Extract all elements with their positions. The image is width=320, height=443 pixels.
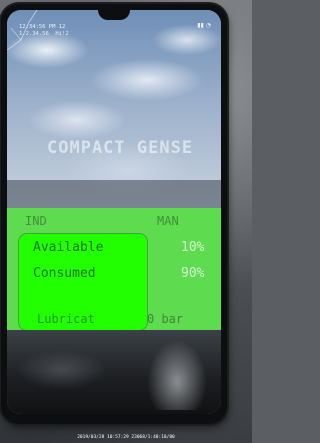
row-value-available: 10%	[181, 240, 205, 255]
status-bar-text: 12:34:56 PM 12 1.2.34.56 Hi!2	[19, 24, 69, 37]
row-label-consumed: Consumed	[33, 266, 96, 281]
light-reflection	[147, 340, 207, 410]
phone-device: 12:34:56 PM 12 1.2.34.56 Hi!2 ▮▮ ◔ COMPA…	[1, 4, 227, 424]
screen-title: COMPACT GENSE	[47, 138, 194, 158]
row-value-consumed: 90%	[181, 266, 205, 281]
capture-timestamp: 2019/03/28 10:57:29 23068/1:40:18/80	[77, 435, 175, 440]
title-band	[7, 180, 221, 208]
status-icons: ▮▮ ◔	[197, 22, 211, 29]
column-header-man: MAN	[157, 214, 179, 228]
column-header-ind: IND	[25, 214, 47, 228]
row-value-lubricat: 0 bar	[147, 312, 184, 326]
phone-screen: 12:34:56 PM 12 1.2.34.56 Hi!2 ▮▮ ◔ COMPA…	[7, 10, 221, 414]
light-reflection-secondary	[17, 350, 107, 390]
row-label-available: Available	[33, 240, 104, 255]
row-label-lubricat: Lubricat	[37, 312, 95, 326]
camera-notch	[98, 10, 130, 20]
